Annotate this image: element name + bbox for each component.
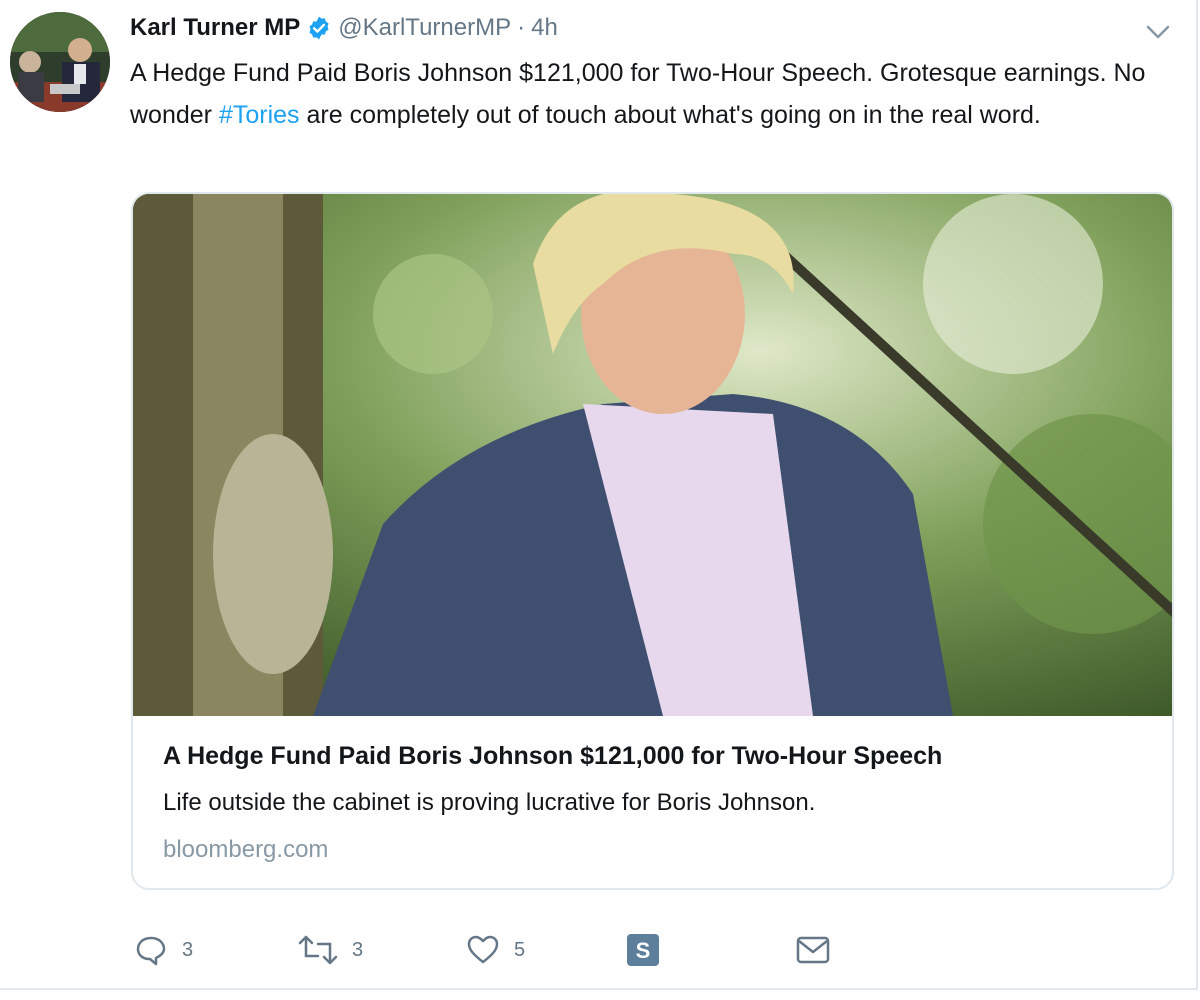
card-description: Life outside the cabinet is proving lucr… [163,789,816,816]
card-domain[interactable]: bloomberg.com [163,836,328,864]
svg-text:S: S [636,938,651,963]
reply-icon [134,934,168,966]
like-button[interactable]: 5 [466,930,525,970]
tweet-text-part: are completely out of touch about what's… [299,101,1041,129]
s-app-icon: S [626,933,660,967]
display-name[interactable]: Karl Turner MP [130,14,300,42]
retweet-icon [298,934,338,966]
verified-icon [306,15,332,41]
link-card[interactable]: A Hedge Fund Paid Boris Johnson $121,000… [131,192,1174,890]
tweet[interactable]: Karl Turner MP @KarlTurnerMP · 4h A Hedg… [0,0,1198,990]
separator: · [517,14,526,41]
card-title[interactable]: A Hedge Fund Paid Boris Johnson $121,000… [163,742,942,771]
card-image [133,194,1172,716]
chevron-down-icon[interactable] [1144,18,1172,46]
like-count: 5 [514,938,526,961]
tweet-actions: 3 3 5 S [130,930,850,970]
tweet-text: A Hedge Fund Paid Boris Johnson $121,000… [130,52,1170,136]
message-icon [796,935,830,965]
reply-count: 3 [182,938,194,961]
timestamp[interactable]: 4h [531,14,558,42]
like-icon [466,934,500,966]
handle[interactable]: @KarlTurnerMP [338,14,511,42]
avatar[interactable] [10,12,110,112]
s-app-button[interactable]: S [626,930,660,970]
tweet-header: Karl Turner MP @KarlTurnerMP · 4h [130,10,558,46]
hashtag-link[interactable]: #Tories [219,101,300,129]
retweet-count: 3 [352,938,364,961]
message-button[interactable] [796,930,830,970]
retweet-button[interactable]: 3 [298,930,363,970]
reply-button[interactable]: 3 [134,930,193,970]
avatar-image [10,12,110,112]
